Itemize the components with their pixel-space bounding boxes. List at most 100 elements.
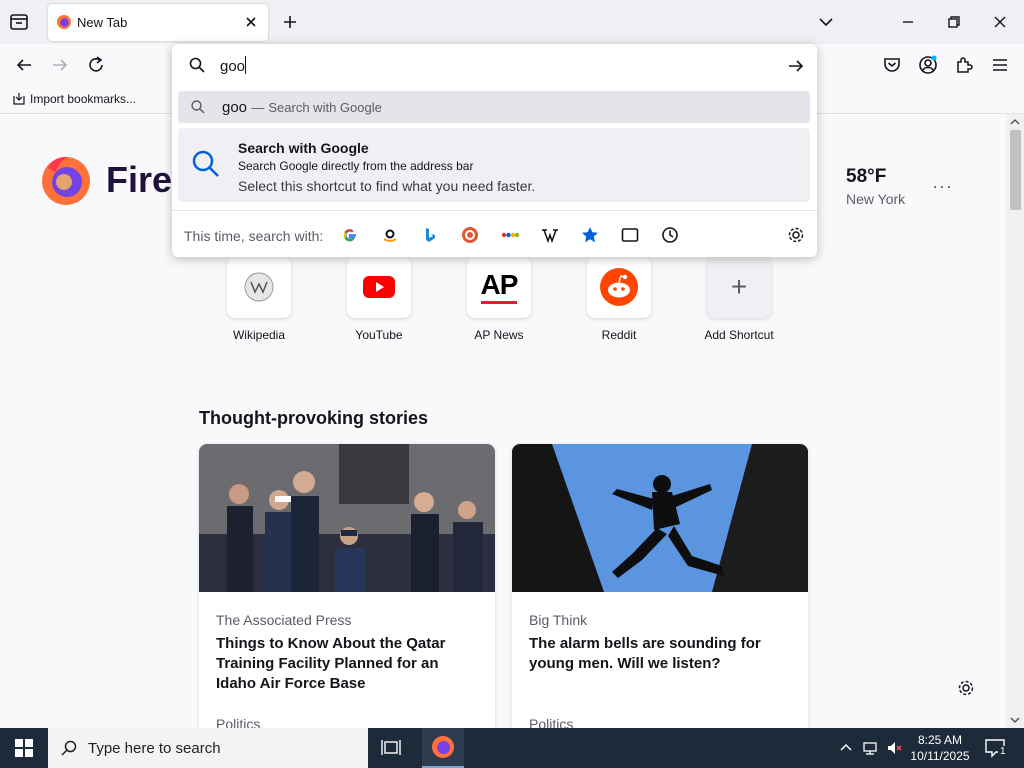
shortcut-reddit[interactable]: Reddit — [574, 256, 664, 342]
story-topic: Politics — [529, 716, 574, 728]
weather-more-icon[interactable]: ··· — [932, 176, 953, 197]
windows-logo-icon — [15, 739, 33, 757]
search-icon — [192, 150, 219, 177]
bookmarks-icon[interactable] — [580, 225, 600, 245]
start-button[interactable] — [0, 728, 48, 768]
amazon-icon[interactable] — [380, 225, 400, 245]
shortcut-label: AP News — [474, 328, 524, 342]
menu-icon[interactable] — [989, 54, 1011, 76]
minimize-icon[interactable] — [898, 12, 918, 32]
taskbar-search-box[interactable]: Type here to search — [48, 728, 368, 768]
story-card[interactable]: Big Think The alarm bells are sounding f… — [512, 444, 808, 728]
search-icon — [61, 740, 77, 756]
youtube-icon — [363, 276, 395, 298]
volume-muted-icon[interactable] — [886, 740, 902, 756]
task-view-icon[interactable] — [380, 738, 402, 758]
story-source: The Associated Press — [216, 612, 352, 628]
tip-description: Search Google directly from the address … — [238, 159, 474, 173]
wikipedia-tile — [227, 256, 291, 318]
tab-bar: New Tab — [0, 0, 1024, 44]
firefox-logo-icon — [42, 156, 90, 205]
shortcut-label: Wikipedia — [232, 328, 286, 342]
import-bookmarks-button[interactable]: Import bookmarks... — [12, 92, 136, 106]
wikipedia-icon — [244, 272, 274, 302]
suggestion-separator: — — [251, 100, 265, 115]
import-icon — [13, 93, 25, 105]
story-card[interactable]: The Associated Press Things to Know Abou… — [199, 444, 495, 728]
youtube-tile — [347, 256, 411, 318]
shortcut-add[interactable]: + Add Shortcut — [694, 256, 784, 342]
clock-time: 8:25 AM — [917, 733, 963, 747]
story-image — [199, 444, 495, 592]
search-icon — [191, 100, 205, 114]
gear-icon[interactable] — [956, 678, 976, 698]
firefox-logo: Firef — [40, 154, 184, 206]
back-icon[interactable] — [13, 54, 35, 76]
duckduckgo-icon[interactable] — [460, 225, 480, 245]
forward-icon[interactable] — [49, 54, 71, 76]
weather-widget[interactable]: 58°F New York — [846, 166, 905, 207]
address-input[interactable] — [220, 54, 760, 78]
taskbar-firefox[interactable] — [422, 728, 464, 768]
list-all-tabs-icon[interactable] — [816, 12, 836, 32]
close-window-icon[interactable] — [990, 12, 1010, 32]
pocket-icon[interactable] — [881, 54, 903, 76]
notification-count: 1 — [998, 746, 1008, 757]
ap-news-tile: AP — [467, 256, 531, 318]
shortcut-wikipedia[interactable]: Wikipedia — [214, 256, 304, 342]
shortcut-label: YouTube — [355, 328, 403, 342]
weather-temperature: 58°F — [846, 166, 887, 187]
shortcut-youtube[interactable]: YouTube — [334, 256, 424, 342]
scrollbar-thumb[interactable] — [1010, 130, 1021, 210]
page-scrollbar[interactable] — [1006, 114, 1024, 728]
ap-icon: AP — [480, 268, 519, 300]
story-headline: The alarm bells are sounding for young m… — [529, 635, 761, 672]
show-hidden-icons-chevron-up-icon[interactable] — [838, 740, 854, 756]
network-icon[interactable] — [862, 740, 878, 756]
go-arrow-icon[interactable] — [786, 56, 806, 76]
story-source: Big Think — [529, 612, 588, 628]
search-icon — [189, 57, 205, 73]
account-icon[interactable] — [917, 54, 939, 76]
restore-icon[interactable] — [944, 12, 964, 32]
shortcut-label: Reddit — [601, 328, 637, 342]
search-tip[interactable]: Search with Google Search Google directl… — [178, 128, 810, 202]
action-center-button[interactable]: 1 — [984, 738, 1008, 758]
windows-taskbar: Type here to search 8:25 AM 10/11/2025 1 — [0, 728, 1024, 768]
reddit-icon — [600, 268, 638, 306]
tabs-icon[interactable] — [620, 225, 640, 245]
story-image — [512, 444, 808, 592]
shortcut-ap-news[interactable]: AP AP News — [454, 256, 544, 342]
import-bookmarks-label: Import bookmarks... — [30, 92, 137, 106]
search-settings-gear-icon[interactable] — [786, 225, 806, 245]
suggestion-action: Search with Google — [268, 100, 382, 115]
scroll-down-icon[interactable] — [1009, 714, 1021, 726]
scroll-up-icon[interactable] — [1009, 116, 1021, 128]
wikipedia-icon[interactable] — [540, 225, 560, 245]
clock-date: 10/11/2025 — [910, 749, 970, 763]
plus-icon: + — [730, 271, 748, 302]
extensions-icon[interactable] — [953, 54, 975, 76]
firefox-view-icon[interactable] — [8, 11, 30, 33]
taskbar-search-placeholder: Type here to search — [88, 739, 221, 757]
firefox-icon — [57, 15, 71, 29]
address-bar-panel: goo — Search with Google Search with Goo… — [172, 44, 817, 257]
weather-city: New York — [846, 191, 906, 207]
system-clock[interactable]: 8:25 AM 10/11/2025 — [904, 732, 976, 764]
engines-label: This time, search with: — [184, 228, 324, 244]
reload-icon[interactable] — [85, 54, 107, 76]
new-tab-icon[interactable] — [280, 12, 300, 32]
history-icon[interactable] — [660, 225, 680, 245]
suggestion-text: goo — Search with Google — [222, 99, 382, 116]
tip-hint: Select this shortcut to find what you ne… — [238, 178, 536, 194]
bing-icon[interactable] — [420, 225, 440, 245]
reddit-tile — [587, 256, 651, 318]
google-icon[interactable] — [340, 225, 360, 245]
ebay-icon[interactable] — [500, 225, 520, 245]
firefox-icon — [432, 736, 454, 758]
story-topic: Politics — [216, 716, 261, 728]
tab-title: New Tab — [77, 15, 128, 30]
tab-new-tab[interactable]: New Tab — [48, 4, 268, 41]
search-suggestion-row[interactable]: goo — Search with Google — [178, 91, 810, 123]
close-tab-icon[interactable] — [242, 13, 260, 31]
